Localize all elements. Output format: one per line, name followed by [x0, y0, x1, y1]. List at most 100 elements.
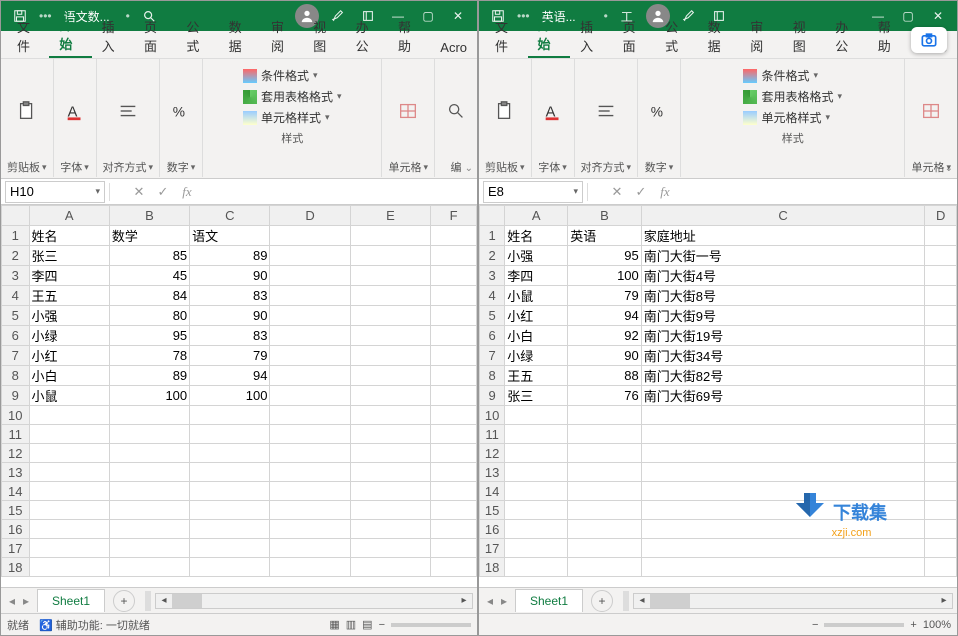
cancel-icon[interactable]: ✕ [606, 184, 628, 200]
cell[interactable] [29, 463, 109, 482]
row-header[interactable]: 13 [480, 463, 505, 482]
cell[interactable] [431, 346, 477, 366]
cell[interactable] [109, 501, 189, 520]
cell[interactable] [431, 406, 477, 425]
column-header[interactable]: F [431, 206, 477, 226]
cell[interactable] [431, 444, 477, 463]
cell[interactable]: 90 [568, 346, 642, 366]
cell[interactable] [431, 246, 477, 266]
row-header[interactable]: 10 [480, 406, 505, 425]
enter-icon[interactable]: ✓ [630, 184, 652, 200]
row-header[interactable]: 17 [2, 539, 30, 558]
cell[interactable] [350, 366, 430, 386]
cell[interactable] [505, 501, 568, 520]
cell[interactable] [190, 406, 270, 425]
cell[interactable]: 79 [568, 286, 642, 306]
grid[interactable]: ABCD1姓名英语家庭地址2小强95南门大街一号3李四100南门大街4号4小鼠7… [479, 205, 957, 587]
row-header[interactable]: 9 [480, 386, 505, 406]
zoom-slider[interactable] [391, 623, 471, 627]
new-sheet-button[interactable]: + [591, 590, 613, 612]
zoom-in-icon[interactable]: + [910, 619, 916, 631]
cell[interactable] [109, 482, 189, 501]
cell[interactable]: 家庭地址 [641, 226, 925, 246]
cell[interactable] [568, 558, 642, 577]
cell[interactable] [270, 558, 350, 577]
cell[interactable]: 89 [190, 246, 270, 266]
cell[interactable]: 小强 [505, 246, 568, 266]
cell[interactable] [29, 406, 109, 425]
column-header[interactable]: A [29, 206, 109, 226]
cell[interactable] [109, 444, 189, 463]
row-header[interactable]: 18 [2, 558, 30, 577]
cell[interactable] [925, 266, 957, 286]
edit-icon[interactable] [441, 96, 471, 126]
row-header[interactable]: 14 [480, 482, 505, 501]
cell[interactable]: 88 [568, 366, 642, 386]
cell[interactable] [350, 425, 430, 444]
enter-icon[interactable]: ✓ [152, 184, 174, 200]
tab-home[interactable]: 开始 [49, 11, 91, 58]
name-box[interactable]: E8▾ [483, 181, 583, 203]
cell[interactable] [29, 444, 109, 463]
cell[interactable] [505, 444, 568, 463]
cell[interactable] [109, 539, 189, 558]
cell[interactable] [190, 520, 270, 539]
cell[interactable]: 李四 [29, 266, 109, 286]
row-header[interactable]: 14 [2, 482, 30, 501]
cell[interactable] [568, 482, 642, 501]
cell[interactable] [29, 520, 109, 539]
row-header[interactable]: 8 [480, 366, 505, 386]
cell[interactable] [925, 386, 957, 406]
close-icon[interactable]: ✕ [443, 1, 473, 31]
cell[interactable]: 100 [190, 386, 270, 406]
tab-acrobat[interactable]: Acro [430, 36, 477, 58]
cell[interactable] [190, 482, 270, 501]
cell[interactable]: 79 [190, 346, 270, 366]
format-as-table-button[interactable]: 套用表格格式 ▾ [743, 88, 842, 105]
cell-styles-button[interactable]: 单元格样式 ▾ [243, 109, 330, 126]
cell[interactable]: 南门大街34号 [641, 346, 925, 366]
cell[interactable]: 小红 [29, 346, 109, 366]
cell[interactable] [270, 286, 350, 306]
cell[interactable] [431, 520, 477, 539]
cell[interactable] [190, 463, 270, 482]
splitter[interactable] [623, 591, 629, 611]
cell[interactable] [431, 266, 477, 286]
cell[interactable] [270, 425, 350, 444]
cell[interactable] [641, 520, 925, 539]
cell[interactable] [29, 539, 109, 558]
cell-styles-button[interactable]: 单元格样式 ▾ [743, 109, 830, 126]
cell[interactable] [431, 463, 477, 482]
cell[interactable] [350, 246, 430, 266]
font-icon[interactable]: A [60, 96, 90, 126]
paste-icon[interactable] [12, 96, 42, 126]
cell[interactable] [505, 425, 568, 444]
cell[interactable] [925, 558, 957, 577]
cell[interactable] [270, 501, 350, 520]
cell[interactable] [270, 539, 350, 558]
row-header[interactable]: 4 [2, 286, 30, 306]
box-icon[interactable] [353, 1, 383, 31]
cell[interactable]: 姓名 [29, 226, 109, 246]
cell[interactable]: 小鼠 [505, 286, 568, 306]
tab-office[interactable]: 办公 [825, 13, 868, 58]
cell[interactable] [109, 463, 189, 482]
row-header[interactable]: 13 [2, 463, 30, 482]
scroll-right-icon[interactable]: ▸ [456, 595, 472, 606]
cell[interactable]: 90 [190, 266, 270, 286]
tab-home[interactable]: 开始 [528, 11, 571, 58]
paste-icon[interactable] [490, 96, 520, 126]
cell[interactable]: 王五 [29, 286, 109, 306]
new-sheet-button[interactable]: + [113, 590, 135, 612]
cell[interactable] [350, 326, 430, 346]
cell[interactable]: 95 [568, 246, 642, 266]
cell[interactable] [505, 539, 568, 558]
cell[interactable] [925, 406, 957, 425]
cell[interactable] [431, 501, 477, 520]
cell[interactable] [29, 482, 109, 501]
cell[interactable]: 45 [109, 266, 189, 286]
cell[interactable] [568, 425, 642, 444]
cell[interactable] [925, 346, 957, 366]
cell[interactable] [505, 406, 568, 425]
column-header[interactable]: D [270, 206, 350, 226]
